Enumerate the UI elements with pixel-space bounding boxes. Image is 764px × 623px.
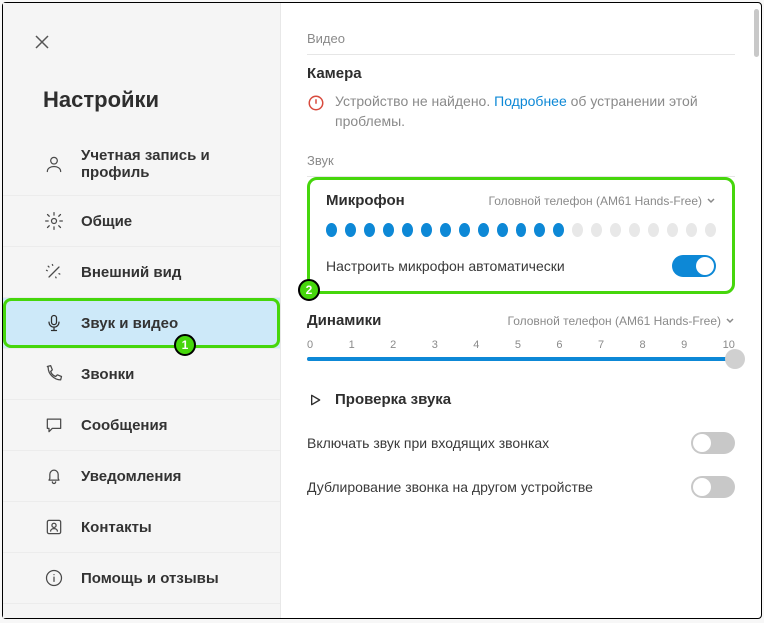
level-dot (516, 223, 527, 237)
level-dot (345, 223, 356, 237)
camera-title: Камера (307, 65, 735, 82)
chevron-down-icon (706, 196, 716, 206)
warning-icon (307, 94, 325, 118)
microphone-title: Микрофон (326, 192, 405, 209)
video-section-label: Видео (307, 31, 735, 46)
speakers-device-select[interactable]: Головной телефон (AM61 Hands-Free) (508, 314, 735, 328)
level-dot (705, 223, 716, 237)
sidebar-item-general[interactable]: Общие (3, 196, 280, 247)
slider-tick: 2 (390, 339, 396, 351)
duplicate-ring-label: Дублирование звонка на другом устройстве (307, 479, 593, 495)
level-dot (440, 223, 451, 237)
microphone-block: 2 Микрофон Головной телефон (AM61 Hands-… (307, 177, 735, 294)
microphone-icon (43, 312, 65, 334)
bell-icon (43, 465, 65, 487)
sidebar-item-contacts[interactable]: Контакты (3, 502, 280, 553)
sidebar-item-label: Звонки (81, 366, 134, 383)
slider-tick: 9 (681, 339, 687, 351)
callout-badge-2: 2 (298, 279, 320, 301)
level-dot (459, 223, 470, 237)
sidebar-item-label: Внешний вид (81, 264, 181, 281)
slider-fill (307, 357, 735, 361)
sidebar: Настройки Учетная запись и профиль Общие… (3, 3, 281, 618)
level-dot (326, 223, 337, 237)
auto-adjust-toggle[interactable] (672, 255, 716, 277)
sidebar-item-label: Помощь и отзывы (81, 570, 219, 587)
sidebar-item-appearance[interactable]: Внешний вид (3, 247, 280, 298)
incoming-sound-toggle[interactable] (691, 432, 735, 454)
level-dot (629, 223, 640, 237)
gear-icon (43, 210, 65, 232)
level-dot (421, 223, 432, 237)
settings-title: Настройки (43, 87, 280, 113)
speakers-title: Динамики (307, 312, 381, 329)
chevron-down-icon (725, 316, 735, 326)
info-icon (43, 567, 65, 589)
audio-section-label: Звук (307, 153, 735, 168)
sidebar-item-help[interactable]: Помощь и отзывы (3, 553, 280, 604)
learn-more-link[interactable]: Подробнее (494, 93, 567, 109)
speakers-volume-slider[interactable]: 012345678910 (307, 339, 735, 361)
close-icon (34, 34, 50, 50)
scrollbar-thumb[interactable] (754, 9, 759, 57)
slider-track (307, 357, 735, 361)
close-button[interactable] (25, 25, 59, 59)
level-dot (478, 223, 489, 237)
person-icon (43, 153, 65, 175)
chat-icon (43, 414, 65, 436)
slider-tick: 8 (640, 339, 646, 351)
incoming-sound-label: Включать звук при входящих звонках (307, 435, 549, 451)
sidebar-item-label: Учетная запись и профиль (81, 147, 280, 181)
sidebar-item-account[interactable]: Учетная запись и профиль (3, 133, 280, 196)
sidebar-item-label: Контакты (81, 519, 152, 536)
level-dot (534, 223, 545, 237)
camera-warning: Устройство не найдено. Подробнее об устр… (307, 92, 735, 131)
slider-ticks: 012345678910 (307, 339, 735, 351)
sidebar-item-label: Общие (81, 213, 132, 230)
level-dot (497, 223, 508, 237)
slider-tick: 0 (307, 339, 313, 351)
microphone-device-select[interactable]: Головной телефон (AM61 Hands-Free) (489, 194, 716, 208)
sidebar-nav: Учетная запись и профиль Общие Внешний в… (3, 133, 280, 604)
sidebar-item-label: Уведомления (81, 468, 181, 485)
contacts-icon (43, 516, 65, 538)
slider-thumb[interactable] (725, 349, 745, 369)
play-icon (307, 392, 323, 408)
sidebar-item-notifications[interactable]: Уведомления (3, 451, 280, 502)
sidebar-item-calls[interactable]: Звонки (3, 349, 280, 400)
test-audio-button[interactable]: Проверка звука (307, 391, 735, 408)
slider-tick: 7 (598, 339, 604, 351)
level-dot (667, 223, 678, 237)
duplicate-ring-toggle[interactable] (691, 476, 735, 498)
slider-tick: 1 (349, 339, 355, 351)
phone-icon (43, 363, 65, 385)
level-dot (686, 223, 697, 237)
sidebar-item-label: Звук и видео (81, 315, 178, 332)
level-dot (610, 223, 621, 237)
sidebar-item-messages[interactable]: Сообщения (3, 400, 280, 451)
sidebar-item-label: Сообщения (81, 417, 167, 434)
sidebar-item-audio-video[interactable]: Звук и видео 1 (3, 298, 280, 349)
slider-tick: 4 (473, 339, 479, 351)
level-dot (572, 223, 583, 237)
auto-adjust-label: Настроить микрофон автоматически (326, 258, 565, 274)
microphone-level-meter (326, 223, 716, 237)
slider-tick: 3 (432, 339, 438, 351)
level-dot (364, 223, 375, 237)
settings-content: Видео Камера Устройство не найдено. Подр… (281, 3, 761, 618)
slider-tick: 6 (556, 339, 562, 351)
camera-warning-text: Устройство не найдено. Подробнее об устр… (335, 92, 735, 131)
level-dot (591, 223, 602, 237)
slider-tick: 5 (515, 339, 521, 351)
settings-window: Настройки Учетная запись и профиль Общие… (2, 2, 762, 619)
wand-icon (43, 261, 65, 283)
level-dot (648, 223, 659, 237)
level-dot (383, 223, 394, 237)
level-dot (402, 223, 413, 237)
level-dot (553, 223, 564, 237)
